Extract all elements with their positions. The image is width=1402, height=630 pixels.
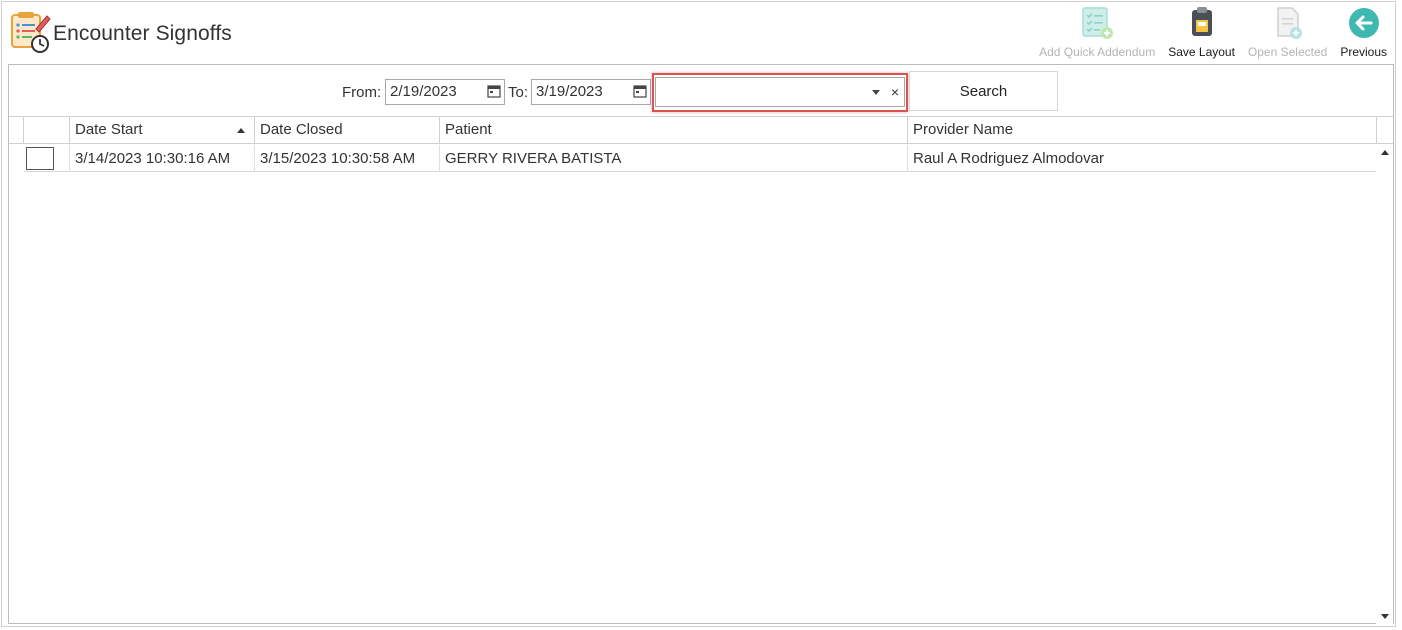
add-quick-addendum-label: Add Quick Addendum [1039,45,1156,59]
column-header-label: Patient [445,121,492,138]
row-checkbox[interactable] [26,147,54,170]
column-header-date-start[interactable]: Date Start [70,117,255,144]
scroll-down-icon[interactable] [1381,614,1389,619]
header: Encounter Signoffs Add Quick Addendum Sa… [2,2,1395,64]
checklist-clock-icon [11,12,51,53]
column-header-label: Date Start [75,121,143,138]
filter-bar: From: 2/19/2023 To: 3/19/2023 × Search [9,65,1393,115]
table-row[interactable]: 3/14/2023 10:30:16 AM 3/15/2023 10:30:58… [24,145,1377,172]
from-date-value: 2/19/2023 [390,83,457,100]
sort-ascending-icon [237,128,245,133]
select-column-header [24,117,70,144]
previous-label: Previous [1340,45,1387,59]
clipboard-save-icon [1191,7,1212,36]
document-add-icon [1276,7,1302,39]
add-quick-addendum-button[interactable]: Add Quick Addendum [1035,5,1159,61]
vertical-scrollbar[interactable] [1376,144,1393,625]
previous-button[interactable]: Previous [1336,5,1391,61]
toolbar: Add Quick Addendum Save Layout Open Sele… [1030,5,1391,61]
encounter-signoffs-window: Encounter Signoffs Add Quick Addendum Sa… [1,1,1396,627]
page-title: Encounter Signoffs [53,22,232,45]
select-cell [24,145,70,172]
main-panel: From: 2/19/2023 To: 3/19/2023 × Search D… [8,64,1394,625]
from-date-input[interactable]: 2/19/2023 [385,79,505,105]
save-layout-label: Save Layout [1168,45,1235,59]
provider-combobox[interactable]: × [655,77,905,107]
close-icon[interactable]: × [891,83,899,101]
save-layout-button[interactable]: Save Layout [1164,5,1239,61]
checklist-add-icon [1082,7,1114,39]
chevron-down-icon[interactable] [872,90,880,95]
column-header-provider-name[interactable]: Provider Name [908,117,1377,144]
open-selected-button[interactable]: Open Selected [1244,5,1331,61]
scroll-up-icon[interactable] [1381,150,1389,155]
to-date-value: 3/19/2023 [536,83,603,100]
cell-date-closed: 3/15/2023 10:30:58 AM [255,145,440,172]
to-date-input[interactable]: 3/19/2023 [531,79,651,105]
calendar-icon[interactable] [633,84,647,98]
column-header-date-closed[interactable]: Date Closed [255,117,440,144]
column-header-patient[interactable]: Patient [440,117,908,144]
column-header-label: Provider Name [913,121,1014,138]
grid-header: Date Start Date Closed Patient Provider … [9,117,1393,144]
to-label: To: [508,84,529,101]
encounters-grid: Date Start Date Closed Patient Provider … [9,116,1393,625]
calendar-icon[interactable] [487,84,501,98]
cell-date-start: 3/14/2023 10:30:16 AM [70,145,255,172]
search-button[interactable]: Search [909,71,1058,111]
cell-patient: GERRY RIVERA BATISTA [440,145,908,172]
arrow-left-circle-icon [1348,8,1379,38]
column-header-label: Date Closed [260,121,343,138]
row-indicator-header [9,117,24,144]
from-label: From: [342,84,382,101]
cell-provider: Raul A Rodriguez Almodovar [913,150,1104,167]
open-selected-label: Open Selected [1247,45,1328,59]
